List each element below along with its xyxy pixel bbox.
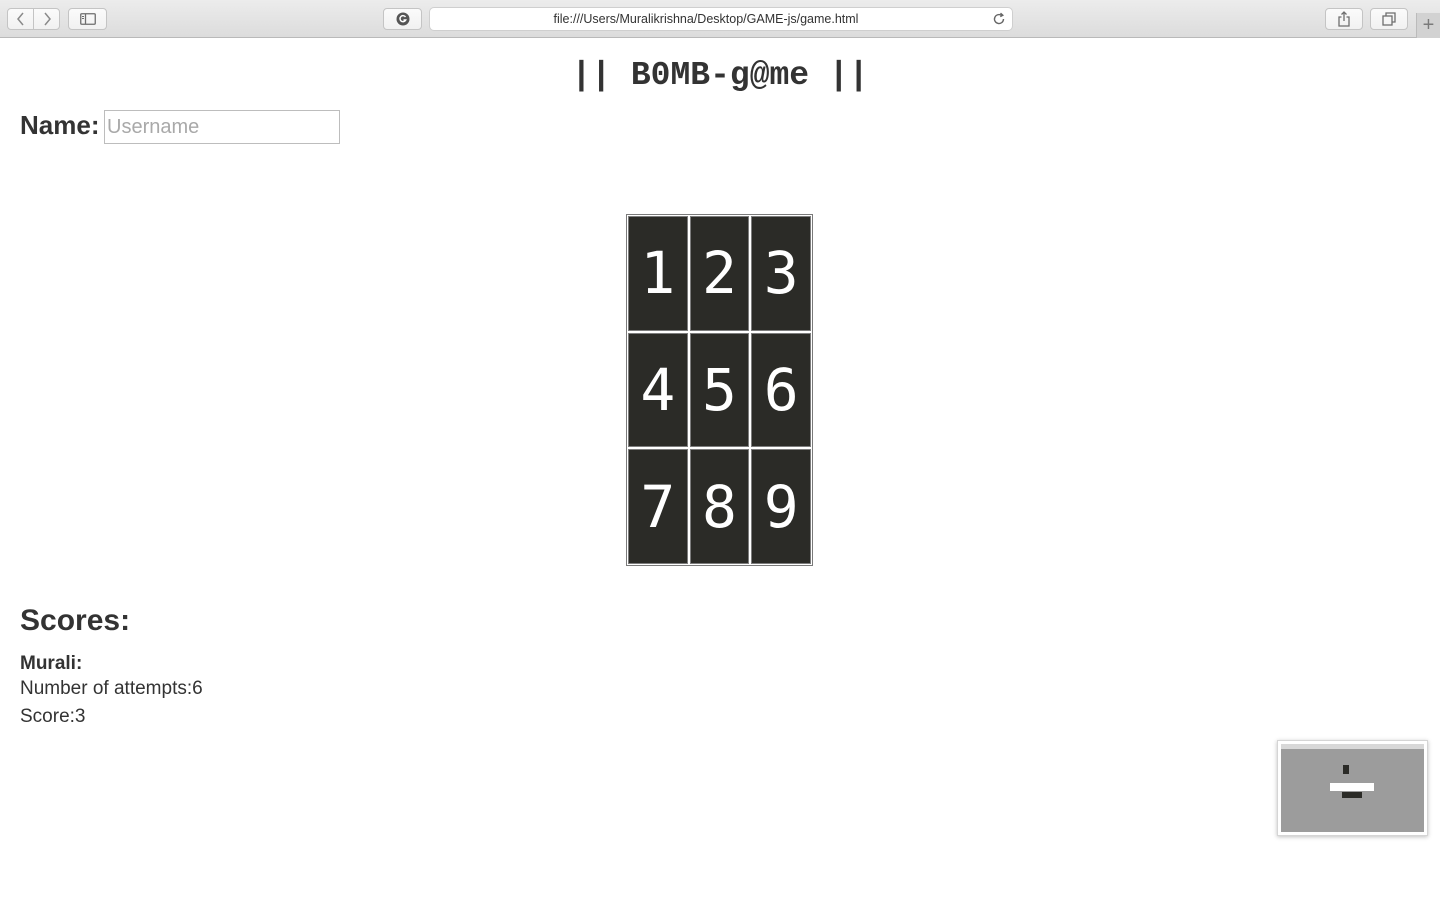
grid-cell-7[interactable]: 7 xyxy=(628,449,688,564)
scores-heading: Scores: xyxy=(20,604,131,637)
grid-cell-8[interactable]: 8 xyxy=(689,449,750,564)
extension-button[interactable] xyxy=(383,8,422,30)
reload-icon[interactable] xyxy=(991,11,1007,27)
username-input[interactable] xyxy=(104,110,340,144)
thumbnail-dialog xyxy=(1330,783,1374,791)
forward-button[interactable] xyxy=(33,8,60,30)
share-icon xyxy=(1338,11,1350,27)
screenshot-thumbnail[interactable] xyxy=(1277,740,1428,836)
url-text: file:///Users/Muralikrishna/Desktop/GAME… xyxy=(553,12,859,26)
grid-cell-6[interactable]: 6 xyxy=(751,332,811,448)
chevron-left-icon xyxy=(16,12,24,26)
browser-toolbar: file:///Users/Muralikrishna/Desktop/GAME… xyxy=(0,0,1440,38)
grid-cell-9[interactable]: 9 xyxy=(751,449,811,564)
tabs-icon xyxy=(1382,12,1396,26)
tab-overview-button[interactable] xyxy=(1370,8,1408,30)
thumbnail-grid-top xyxy=(1343,765,1349,774)
bomb-grid: 1 2 3 4 5 6 7 8 9 xyxy=(626,214,813,566)
grammarly-icon xyxy=(396,12,409,26)
thumbnail-toolbar xyxy=(1281,744,1424,749)
grid-cell-2[interactable]: 2 xyxy=(689,216,750,331)
grid-cell-3[interactable]: 3 xyxy=(751,216,811,331)
new-tab-button[interactable]: + xyxy=(1416,13,1440,38)
score-value: Score:3 xyxy=(20,706,86,727)
grid-cell-5[interactable]: 5 xyxy=(689,332,750,448)
player-name: Murali: xyxy=(20,653,83,674)
page-title: || B0MB-g@me || xyxy=(571,57,869,94)
address-bar[interactable]: file:///Users/Muralikrishna/Desktop/GAME… xyxy=(429,7,1013,31)
name-label: Name: xyxy=(20,110,100,140)
sidebar-toggle-button[interactable] xyxy=(68,8,107,30)
score-entry: Murali: Number of attempts:6 Score:3 xyxy=(20,653,203,731)
share-button[interactable] xyxy=(1325,8,1363,30)
thumbnail-grid-bottom xyxy=(1342,792,1362,798)
sidebar-icon xyxy=(79,13,96,25)
grid-cell-4[interactable]: 4 xyxy=(628,332,688,448)
attempts-count: Number of attempts:6 xyxy=(20,678,203,699)
chevron-right-icon xyxy=(43,12,51,26)
grid-cell-1[interactable]: 1 xyxy=(628,216,688,331)
thumbnail-image xyxy=(1281,744,1424,832)
back-button[interactable] xyxy=(7,8,34,30)
